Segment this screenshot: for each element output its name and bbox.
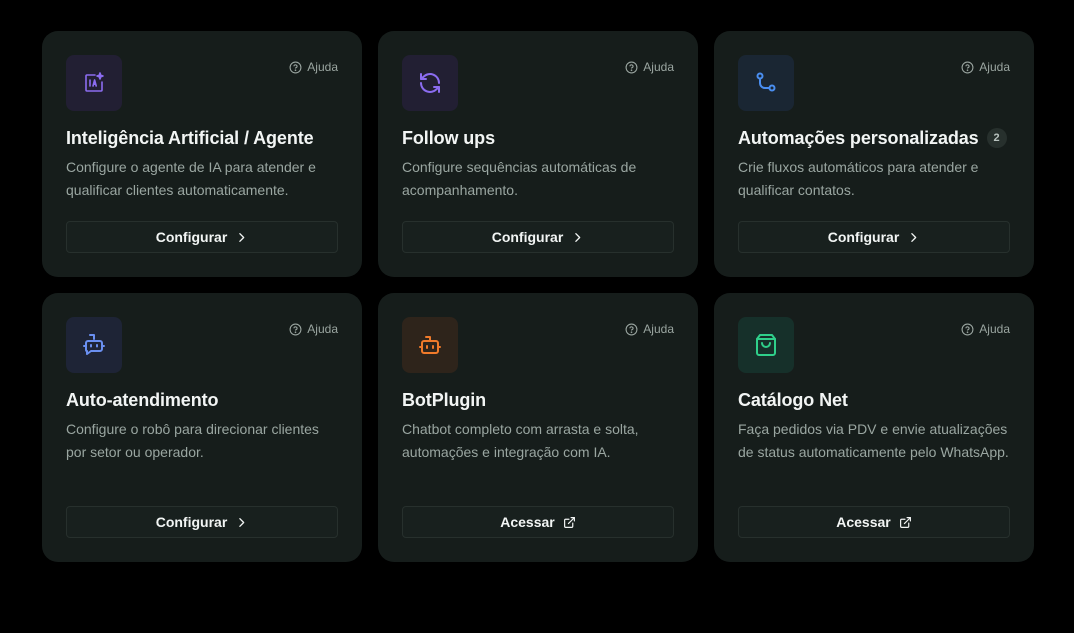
card-follow-ups: Ajuda Follow ups Configure sequências au… (378, 31, 698, 277)
help-label: Ajuda (307, 322, 338, 336)
card-title: Automações personalizadas (738, 127, 979, 148)
git-branch-icon (738, 55, 794, 111)
help-link[interactable]: Ajuda (625, 60, 674, 74)
external-link-icon (563, 516, 575, 528)
chevron-right-icon (575, 232, 581, 242)
button-label: Configurar (155, 514, 228, 530)
help-link[interactable]: Ajuda (289, 322, 338, 336)
card-custom-automations: Ajuda Automações personalizadas 2 Crie f… (714, 31, 1034, 277)
chevron-right-icon (239, 232, 245, 242)
button-label: Configurar (491, 229, 564, 245)
card-description: Crie fluxos automáticos para atender e q… (738, 159, 979, 198)
card-auto-service: Ajuda Auto-atendimento Configure o robô … (42, 293, 362, 562)
card-description: Configure o robô para direcionar cliente… (66, 421, 319, 460)
bot-icon (402, 317, 458, 373)
help-link[interactable]: Ajuda (961, 60, 1010, 74)
help-label: Ajuda (643, 322, 674, 336)
card-catalogo-net: Ajuda Catálogo Net Faça pedidos via PDV … (714, 293, 1034, 562)
access-button[interactable]: Acessar (402, 506, 674, 538)
integrations-grid: Ajuda Inteligência Artificial / Agente C… (42, 31, 1034, 562)
refresh-icon (402, 55, 458, 111)
help-circle-icon (961, 61, 974, 73)
card-description: Faça pedidos via PDV e envie atualizaçõe… (738, 421, 1009, 460)
help-circle-icon (289, 61, 302, 73)
help-circle-icon (625, 323, 638, 335)
card-title: Inteligência Artificial / Agente (66, 127, 314, 148)
bot-message-icon (66, 317, 122, 373)
help-label: Ajuda (643, 60, 674, 74)
help-link[interactable]: Ajuda (625, 322, 674, 336)
ai-sparkle-icon (66, 55, 122, 111)
button-label: Acessar (836, 514, 891, 530)
card-description: Configure sequências automáticas de acom… (402, 159, 637, 198)
button-label: Acessar (500, 514, 555, 530)
help-label: Ajuda (307, 60, 338, 74)
button-label: Configurar (155, 229, 228, 245)
chevron-right-icon (239, 517, 245, 527)
help-label: Ajuda (979, 322, 1010, 336)
external-link-icon (899, 516, 911, 528)
card-ai-agent: Ajuda Inteligência Artificial / Agente C… (42, 31, 362, 277)
count-badge: 2 (986, 128, 1007, 148)
button-label: Configurar (827, 229, 900, 245)
card-description: Configure o agente de IA para atender e … (66, 159, 316, 198)
help-circle-icon (961, 323, 974, 335)
configure-button[interactable]: Configurar (66, 506, 338, 538)
card-title: Follow ups (402, 127, 495, 148)
card-title: Auto-atendimento (66, 389, 219, 410)
shopping-bag-icon (738, 317, 794, 373)
card-title: Catálogo Net (738, 389, 848, 410)
help-link[interactable]: Ajuda (961, 322, 1010, 336)
chevron-right-icon (911, 232, 917, 242)
card-description: Chatbot completo com arrasta e solta, au… (402, 421, 639, 460)
help-circle-icon (625, 61, 638, 73)
configure-button[interactable]: Configurar (738, 221, 1010, 253)
card-botplugin: Ajuda BotPlugin Chatbot completo com arr… (378, 293, 698, 562)
help-label: Ajuda (979, 60, 1010, 74)
help-link[interactable]: Ajuda (289, 60, 338, 74)
configure-button[interactable]: Configurar (66, 221, 338, 253)
card-title: BotPlugin (402, 389, 487, 410)
help-circle-icon (289, 323, 302, 335)
access-button[interactable]: Acessar (738, 506, 1010, 538)
configure-button[interactable]: Configurar (402, 221, 674, 253)
